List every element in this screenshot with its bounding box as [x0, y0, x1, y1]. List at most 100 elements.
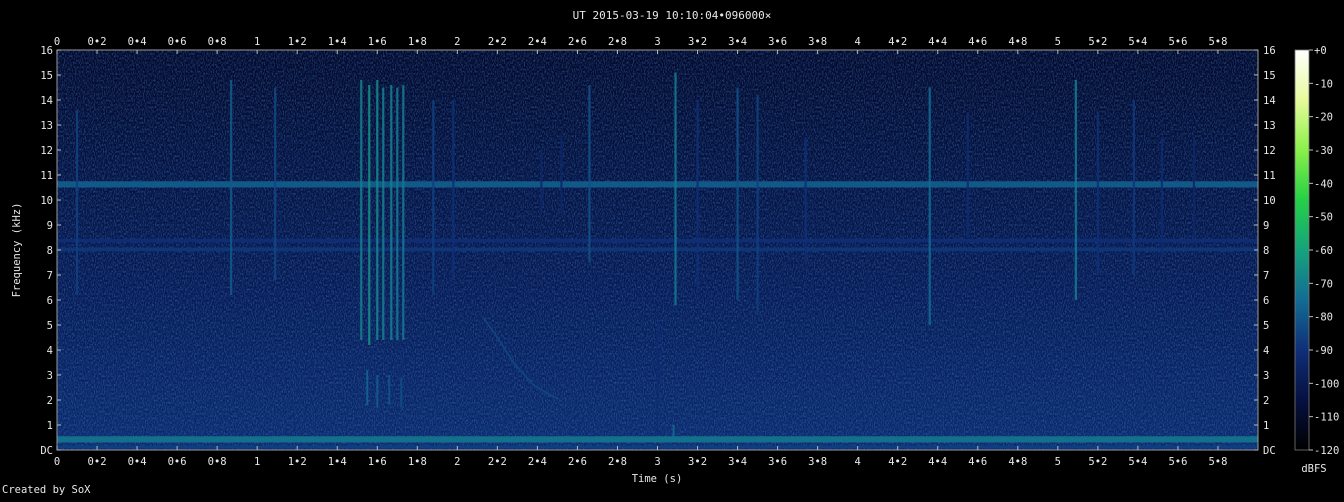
y-tick-label: 8 — [1263, 245, 1269, 257]
colorbar-tick-label: -40 — [1314, 178, 1333, 190]
x-tick-label: 0•6 — [168, 456, 187, 468]
plot-area — [56, 49, 1259, 451]
x-tick-label: 5 — [1055, 456, 1061, 468]
y-tick-label: 12 — [1263, 145, 1276, 157]
x-tick-label: 3•4 — [728, 456, 747, 468]
y-tick-label: 9 — [47, 220, 53, 232]
colorbar-tick-label: +0 — [1314, 45, 1327, 57]
x-tick-label: 4 — [855, 456, 861, 468]
colorbar-tick-label: -50 — [1314, 212, 1333, 224]
y-axis-label: Frequency (kHz) — [11, 203, 23, 298]
x-tick-label: 1 — [254, 456, 260, 468]
frequency-band — [57, 247, 1258, 252]
x-tick-label: 0•6 — [168, 36, 187, 48]
y-tick-label: 16 — [1263, 45, 1276, 57]
x-tick-label: 4•6 — [968, 36, 987, 48]
x-axis-label: Time (s) — [632, 473, 683, 485]
x-tick-label: 1•4 — [328, 36, 347, 48]
x-tick-label: 0•2 — [88, 36, 107, 48]
y-tick-label: 9 — [1263, 220, 1269, 232]
x-tick-label: 5 — [1055, 36, 1061, 48]
y-tick-label: 11 — [40, 170, 53, 182]
x-tick-label: 2•8 — [608, 456, 627, 468]
x-tick-label: 0•4 — [128, 36, 147, 48]
colorbar-tick-label: -10 — [1314, 78, 1333, 90]
colorbar-ticks: +0 -10 -20 -30 -40 -50 -60 -70 -80 -90 -100 -110 -12… — [1309, 45, 1339, 457]
x-tick-label: 2•6 — [568, 36, 587, 48]
colorbar-tick-label: -30 — [1314, 145, 1333, 157]
y-tick-label: 13 — [40, 120, 53, 132]
x-tick-label: 1 — [254, 36, 260, 48]
y-tick-label: 7 — [1263, 270, 1269, 282]
y-tick-label: 6 — [1263, 295, 1269, 307]
y-tick-label: 8 — [47, 245, 53, 257]
colorbar-tick-label: -60 — [1314, 245, 1333, 257]
y-tick-label: 10 — [1263, 195, 1276, 207]
y-tick-label: 15 — [40, 70, 53, 82]
x-tick-label: 4•2 — [888, 456, 907, 468]
x-tick-label: 4•8 — [1008, 36, 1027, 48]
x-tick-label: 2•2 — [488, 456, 507, 468]
x-tick-label: 2 — [454, 456, 460, 468]
x-tick-label: 1•6 — [368, 456, 387, 468]
x-tick-label: 1•8 — [408, 36, 427, 48]
x-tick-label: 3•2 — [688, 456, 707, 468]
y-tick-label: 2 — [47, 395, 53, 407]
x-tick-label: 5•4 — [1128, 36, 1147, 48]
y-tick-label: 4 — [47, 345, 53, 357]
y-tick-label: 5 — [47, 320, 53, 332]
y-tick-label: 5 — [1263, 320, 1269, 332]
colorbar-tick-label: -120 — [1314, 445, 1339, 457]
colorbar-tick-label: -110 — [1314, 412, 1339, 424]
x-tick-label: 2 — [454, 36, 460, 48]
x-tick-label: 0•2 — [88, 456, 107, 468]
x-tick-label: 1•2 — [288, 456, 307, 468]
x-tick-label: 0•4 — [128, 456, 147, 468]
y-tick-label: 6 — [47, 295, 53, 307]
x-tick-label: 4•4 — [928, 36, 947, 48]
x-tick-label: 0•8 — [208, 456, 227, 468]
x-tick-label: 3 — [654, 456, 660, 468]
colorbar-tick-label: -90 — [1314, 345, 1333, 357]
x-tick-label: 3•8 — [808, 36, 827, 48]
x-tick-label: 4•6 — [968, 456, 987, 468]
x-tick-label: 2•6 — [568, 456, 587, 468]
y-tick-label: 11 — [1263, 170, 1276, 182]
spectrogram-figure: UT 2015-03-19 10:10:04•096000× 0 0•2 0•4 0•… — [0, 0, 1344, 498]
x-tick-label: 1•8 — [408, 456, 427, 468]
x-tick-label: 4•8 — [1008, 456, 1027, 468]
y-tick-label: DC — [1263, 445, 1276, 457]
x-tick-label: 2•4 — [528, 36, 547, 48]
x-tick-label: 5•8 — [1208, 36, 1227, 48]
y-tick-label: 1 — [1263, 420, 1269, 432]
colorbar-fill — [1295, 50, 1309, 450]
y-tick-label: 12 — [40, 145, 53, 157]
x-tick-label: 5•4 — [1128, 456, 1147, 468]
y-tick-label: DC — [40, 445, 53, 457]
colorbar-label: dBFS — [1301, 463, 1326, 475]
x-tick-label: 3•2 — [688, 36, 707, 48]
frequency-band — [57, 181, 1258, 188]
x-tick-label: 5•8 — [1208, 456, 1227, 468]
x-tick-label: 3•8 — [808, 456, 827, 468]
x-tick-label: 3 — [654, 36, 660, 48]
x-tick-label: 2•2 — [488, 36, 507, 48]
x-tick-label: 3•6 — [768, 36, 787, 48]
y-tick-label: 13 — [1263, 120, 1276, 132]
spectrogram-chart: UT 2015-03-19 10:10:04•096000× 0 0•2 0•4 0•… — [11, 9, 1339, 485]
frequency-band — [57, 436, 1258, 443]
frequency-band — [57, 238, 1258, 243]
y-tick-label: 4 — [1263, 345, 1269, 357]
colorbar-tick-label: -80 — [1314, 312, 1333, 324]
y-tick-label: 7 — [47, 270, 53, 282]
x-tick-label: 0•8 — [208, 36, 227, 48]
x-tick-label: 3•4 — [728, 36, 747, 48]
x-tick-label: 3•6 — [768, 456, 787, 468]
x-tick-label: 0 — [54, 36, 60, 48]
x-tick-label: 4•2 — [888, 36, 907, 48]
chart-title: UT 2015-03-19 10:10:04•096000× — [573, 9, 772, 22]
y-tick-label: 16 — [40, 45, 53, 57]
x-tick-label: 5•6 — [1168, 36, 1187, 48]
y-tick-label: 3 — [1263, 370, 1269, 382]
y-tick-label: 15 — [1263, 70, 1276, 82]
